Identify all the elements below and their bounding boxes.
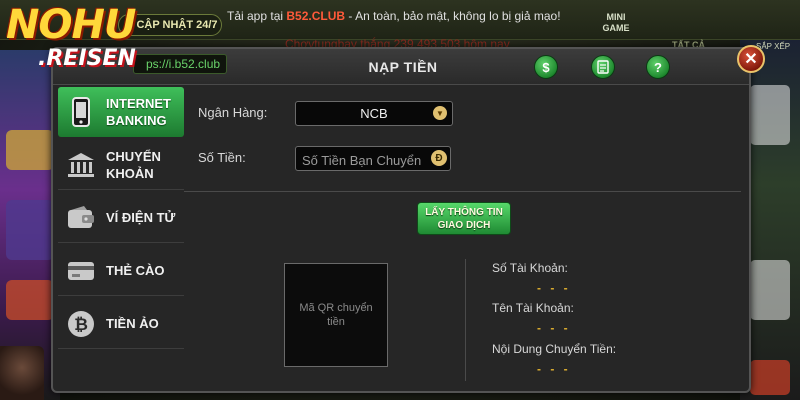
phone-icon [64, 95, 98, 129]
card-icon [64, 254, 98, 288]
amount-label: Số Tiền: [198, 150, 246, 165]
bank-select-value: NCB [360, 106, 388, 121]
svg-text:₿: ₿ [74, 315, 88, 335]
dollar-icon[interactable]: $ [534, 55, 558, 79]
account-name-label: Tên Tài Khoản: [492, 301, 574, 315]
amount-input[interactable] [295, 146, 451, 171]
logo-text: NOHU [6, 2, 136, 48]
bank-label: Ngân Hàng: [198, 105, 268, 120]
url-display: ps://i.b52.club [133, 54, 227, 74]
notice-brand: B52.CLUB [286, 9, 346, 23]
get-transaction-info-button[interactable]: LẤY THÔNG TIN GIAO DỊCH [417, 202, 511, 235]
site-logo: NOHU .REISEN [6, 2, 138, 76]
background-tile [6, 130, 54, 170]
currency-icon: Đ [431, 150, 447, 166]
chevron-down-icon: ▼ [433, 106, 447, 120]
list-icon[interactable] [591, 55, 615, 79]
payment-method-sidebar: INTERNET BANKING CHUYỂN KHOẢN VÍ ĐIỆN TỬ T… [58, 87, 186, 387]
divider-vertical [465, 259, 466, 381]
background-tile [6, 280, 54, 320]
account-name-value: - - - [537, 321, 571, 335]
sidebar-item-crypto[interactable]: ₿ TIỀN ẢO [58, 299, 184, 349]
background-card [750, 360, 790, 395]
avatar[interactable] [0, 346, 44, 400]
sidebar-item-scratch-card[interactable]: THẺ CÀO [58, 246, 184, 296]
notice-prefix: Tải app tại [227, 9, 287, 23]
background-card [750, 260, 790, 320]
deposit-dialog: ps://i.b52.club NẠP TIỀN $ ? ✕ INTERNET B… [51, 45, 765, 393]
sidebar-item-label: CHUYỂN KHOẢN [106, 148, 161, 181]
bank-select[interactable]: NCB ▼ [295, 101, 453, 126]
background-card [750, 85, 790, 145]
transfer-content-value: - - - [537, 362, 571, 376]
wallet-icon [64, 201, 98, 235]
sidebar-item-label: THẺ CÀO [106, 263, 165, 278]
transfer-content-label: Nội Dung Chuyển Tiền: [492, 342, 617, 356]
notice-suffix: - An toàn, bảo mật, không lo bị giả mạo! [345, 9, 561, 23]
sidebar-item-label: VÍ ĐIỆN TỬ [106, 210, 176, 225]
close-icon[interactable]: ✕ [737, 45, 765, 73]
account-number-value: - - - [537, 281, 571, 295]
sidebar-item-label: TIỀN ẢO [106, 316, 159, 331]
notice-banner: Tải app tại B52.CLUB - An toàn, bảo mật,… [227, 9, 561, 23]
help-icon[interactable]: ? [646, 55, 670, 79]
sidebar-item-internet-banking[interactable]: INTERNET BANKING [58, 87, 184, 137]
sidebar-item-e-wallet[interactable]: VÍ ĐIỆN TỬ [58, 193, 184, 243]
logo-subtext: .REISEN [38, 46, 136, 71]
mini-game-button[interactable]: MINI GAME [592, 12, 640, 38]
bitcoin-icon: ₿ [64, 307, 98, 341]
sidebar-item-label: INTERNET BANKING [106, 96, 171, 128]
qr-code-placeholder: Mã QR chuyển tiền [284, 263, 388, 367]
account-number-label: Số Tài Khoản: [492, 261, 568, 275]
bank-icon [64, 148, 98, 182]
dialog-header: ps://i.b52.club NẠP TIỀN $ ? ✕ [53, 45, 765, 85]
divider [184, 191, 741, 192]
sidebar-item-bank-transfer[interactable]: CHUYỂN KHOẢN [58, 140, 184, 190]
dialog-title: NẠP TIỀN [368, 59, 438, 75]
background-tile [6, 200, 54, 260]
